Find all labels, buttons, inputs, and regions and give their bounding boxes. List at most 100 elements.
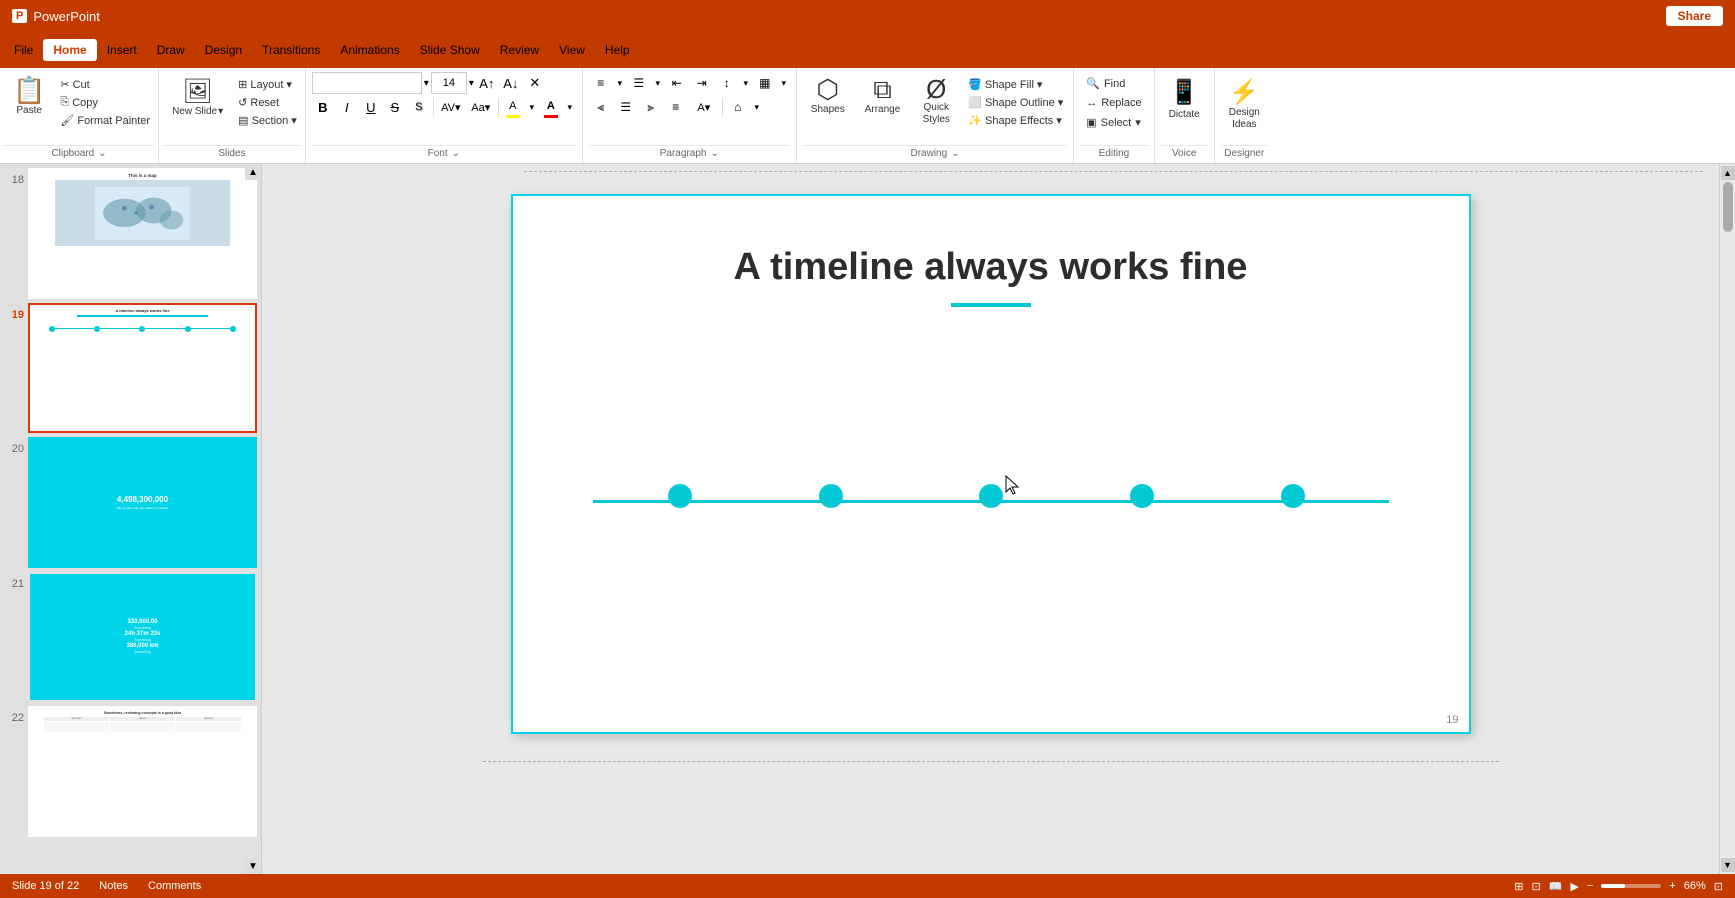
bullets-dropdown[interactable]: ▾: [614, 72, 626, 94]
dictate-button[interactable]: 📱 Dictate: [1161, 74, 1208, 124]
decrease-font-size-button[interactable]: A↓: [500, 72, 522, 94]
clear-formatting-button[interactable]: ✕: [524, 72, 546, 94]
right-scrollbar[interactable]: ▲ ▼: [1719, 164, 1735, 874]
menu-item-design[interactable]: Design: [195, 39, 252, 61]
paste-button[interactable]: 📋 Paste: [4, 72, 54, 121]
shape-outline-button[interactable]: ⬜ Shape Outline ▾: [964, 94, 1067, 111]
bold-button[interactable]: B: [312, 96, 334, 118]
shape-outline-icon: ⬜: [968, 96, 982, 109]
slide-thumb-20[interactable]: 4,498,300,000 Big number with you notice…: [28, 437, 257, 568]
slide-thumb-22[interactable]: Sometimes, reviewing concepts is a good …: [28, 706, 257, 837]
format-painter-button[interactable]: 🖌 Format Painter: [56, 112, 154, 129]
menu-item-file[interactable]: File: [4, 39, 43, 61]
font-color-button[interactable]: A: [540, 97, 562, 115]
menu-item-transitions[interactable]: Transitions: [252, 39, 330, 61]
paragraph-expand-icon[interactable]: ⌄: [710, 148, 718, 159]
line-spacing-button[interactable]: ↕: [715, 72, 739, 94]
shape-effects-dropdown[interactable]: ▾: [1056, 114, 1062, 127]
italic-button[interactable]: I: [336, 96, 358, 118]
new-slide-button[interactable]: 🖼 New Slide ▾: [163, 72, 232, 122]
increase-font-size-button[interactable]: A↑: [476, 72, 498, 94]
scroll-down-btn[interactable]: ▼: [1721, 858, 1735, 872]
shape-fill-button[interactable]: 🪣 Shape Fill ▾: [964, 76, 1067, 93]
layout-button[interactable]: ⊞ Layout ▾: [234, 76, 301, 93]
scroll-up-btn[interactable]: ▲: [1721, 166, 1735, 180]
justify-button[interactable]: ≡: [664, 96, 688, 118]
line-spacing-dropdown[interactable]: ▾: [740, 72, 752, 94]
comments-button[interactable]: Comments: [148, 880, 201, 892]
clipboard-expand-icon[interactable]: ⌄: [98, 148, 106, 159]
quick-styles-button[interactable]: Ø QuickStyles: [912, 72, 960, 130]
bullets-button[interactable]: ≡: [589, 72, 613, 94]
normal-view-icon[interactable]: ⊞: [1514, 880, 1523, 893]
copy-button[interactable]: ⎘ Copy: [56, 94, 154, 111]
numbering-button[interactable]: ☰: [627, 72, 651, 94]
columns-button[interactable]: ▦: [753, 72, 777, 94]
menu-item-view[interactable]: View: [549, 39, 595, 61]
slide-thumb-18[interactable]: This is a map: [28, 168, 257, 299]
numbering-dropdown[interactable]: ▾: [652, 72, 664, 94]
highlight-dropdown-icon[interactable]: ▾: [526, 96, 538, 118]
menu-item-draw[interactable]: Draw: [147, 39, 195, 61]
scroll-up-button[interactable]: ▲: [245, 164, 261, 180]
scroll-thumb[interactable]: [1723, 182, 1733, 232]
columns-dropdown[interactable]: ▾: [778, 72, 790, 94]
shadow-button[interactable]: S: [408, 96, 430, 118]
font-family-input[interactable]: [312, 72, 422, 94]
strikethrough-button[interactable]: S: [384, 96, 406, 118]
design-ideas-button[interactable]: ⚡ DesignIdeas: [1221, 74, 1268, 135]
font-color-dropdown-icon[interactable]: ▾: [564, 96, 576, 118]
fit-slide-icon[interactable]: ⊡: [1714, 880, 1723, 893]
section-icon: ▤: [238, 114, 248, 127]
font-family-dropdown-icon[interactable]: ▾: [424, 78, 429, 89]
font-expand-icon[interactable]: ⌄: [452, 148, 460, 159]
menu-item-slideshow[interactable]: Slide Show: [410, 39, 490, 61]
reset-button[interactable]: ↺ Reset: [234, 94, 301, 111]
increase-indent-button[interactable]: ⇥: [690, 72, 714, 94]
slide-thumb-21[interactable]: 333,000.00 Something 24h 37m 23s Somethi…: [28, 572, 257, 703]
cut-button[interactable]: ✂ Cut: [56, 76, 154, 93]
font-size-input[interactable]: [431, 72, 467, 94]
align-center-button[interactable]: ☰: [614, 96, 638, 118]
decrease-indent-button[interactable]: ⇤: [665, 72, 689, 94]
thumb-21-line1: 333,000.00: [127, 619, 157, 625]
align-left-button[interactable]: ⫷: [589, 96, 613, 118]
replace-button[interactable]: ↔ Replace: [1080, 94, 1147, 112]
menu-item-home[interactable]: Home: [43, 39, 96, 61]
section-button[interactable]: ▤ Section ▾: [234, 112, 301, 129]
slide-thumb-19[interactable]: A timeline always works fine: [28, 303, 257, 434]
shape-effects-button[interactable]: ✨ Shape Effects ▾: [964, 112, 1067, 129]
zoom-out-icon[interactable]: −: [1587, 880, 1593, 892]
select-button[interactable]: ▣ Select ▾: [1080, 113, 1147, 132]
select-dropdown[interactable]: ▾: [1135, 116, 1141, 129]
zoom-in-icon[interactable]: +: [1669, 880, 1675, 892]
zoom-slider[interactable]: [1601, 884, 1661, 888]
shape-fill-dropdown[interactable]: ▾: [1037, 78, 1043, 91]
slideshow-icon[interactable]: ▶: [1570, 880, 1578, 893]
find-button[interactable]: 🔍 Find: [1080, 74, 1147, 93]
notes-button[interactable]: Notes: [99, 880, 128, 892]
menu-item-insert[interactable]: Insert: [97, 39, 147, 61]
scroll-down-button[interactable]: ▼: [245, 858, 261, 874]
arrange-button[interactable]: ⧉ Arrange: [857, 72, 909, 119]
align-right-button[interactable]: ⫸: [639, 96, 663, 118]
slide-sorter-icon[interactable]: ⊡: [1531, 880, 1540, 893]
share-button[interactable]: Share: [1666, 6, 1723, 26]
smartart-button[interactable]: ⌂: [726, 96, 750, 118]
slide-canvas[interactable]: A timeline always works fine 19: [511, 194, 1471, 734]
highlight-color-button[interactable]: A: [502, 97, 524, 115]
new-slide-dropdown-icon[interactable]: ▾: [218, 106, 223, 117]
menu-item-review[interactable]: Review: [490, 39, 549, 61]
underline-button[interactable]: U: [360, 96, 382, 118]
text-direction-button[interactable]: A▾: [689, 96, 719, 118]
drawing-expand-icon[interactable]: ⌄: [951, 148, 959, 159]
char-spacing-button[interactable]: AV▾: [437, 96, 465, 118]
reading-view-icon[interactable]: 📖: [1549, 880, 1563, 893]
shape-outline-dropdown[interactable]: ▾: [1058, 96, 1064, 109]
font-size-dropdown-icon[interactable]: ▾: [469, 78, 474, 89]
change-case-button[interactable]: Aa▾: [467, 96, 495, 118]
menu-item-animations[interactable]: Animations: [330, 39, 409, 61]
menu-item-help[interactable]: Help: [595, 39, 640, 61]
convert-smartart-dropdown[interactable]: ▾: [751, 96, 763, 118]
shapes-button[interactable]: ⬡ Shapes: [803, 72, 853, 119]
